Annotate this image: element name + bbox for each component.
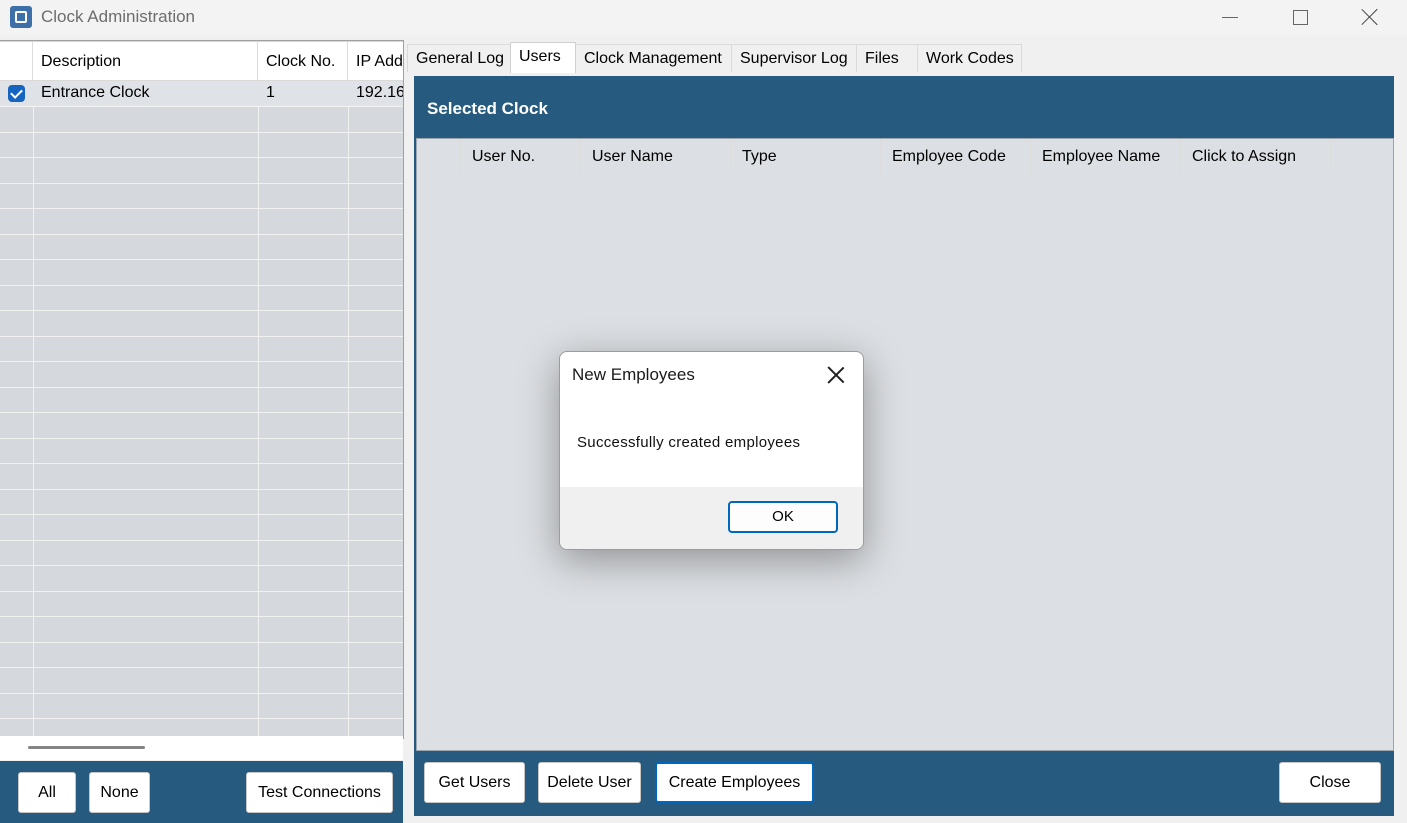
- new-employees-dialog: New Employees Successfully created emplo…: [559, 351, 864, 550]
- tab-files[interactable]: Files: [856, 44, 918, 72]
- minimize-icon: [1222, 16, 1238, 18]
- grid-row-line: [0, 336, 403, 337]
- grid-column-line: [33, 81, 34, 738]
- header-select-column: [0, 42, 33, 80]
- window-close-button[interactable]: [1340, 0, 1400, 34]
- column-header-user-no[interactable]: User No.: [461, 139, 581, 174]
- grid-row-line: [0, 591, 403, 592]
- get-users-button[interactable]: Get Users: [424, 762, 525, 803]
- grid-row-line: [0, 514, 403, 515]
- horizontal-scrollbar[interactable]: [0, 736, 403, 760]
- column-header-clock-no[interactable]: Clock No.: [258, 42, 348, 80]
- grid-row-line: [0, 489, 403, 490]
- cell-ip-address: 192.16: [356, 84, 403, 101]
- checkbox-checked-icon[interactable]: [8, 85, 25, 102]
- grid-row-line: [0, 106, 403, 107]
- grid-row-line: [0, 234, 403, 235]
- select-all-button[interactable]: All: [18, 772, 76, 813]
- grid-row-line: [0, 642, 403, 643]
- table-row[interactable]: Entrance Clock 1 192.16: [0, 81, 403, 106]
- cell-description: Entrance Clock: [41, 84, 150, 101]
- column-header-click-to-assign[interactable]: Click to Assign: [1181, 139, 1331, 174]
- grid-row-line: [0, 540, 403, 541]
- column-header-type[interactable]: Type: [731, 139, 881, 174]
- minimize-button[interactable]: [1200, 0, 1260, 34]
- grid-column-line: [348, 81, 349, 738]
- grid-row-line: [0, 438, 403, 439]
- delete-user-button[interactable]: Delete User: [538, 762, 641, 803]
- dialog-message: Successfully created employees: [577, 434, 801, 451]
- grid-row-line: [0, 667, 403, 668]
- dialog-title: New Employees: [572, 365, 695, 384]
- dialog-body: Successfully created employees: [560, 397, 863, 487]
- grid-row-line: [0, 412, 403, 413]
- grid-row-line: [0, 616, 403, 617]
- grid-row-line: [0, 310, 403, 311]
- grid-column-line: [258, 81, 259, 738]
- grid-row-line: [0, 463, 403, 464]
- grid-row-line: [0, 208, 403, 209]
- create-employees-button[interactable]: Create Employees: [655, 762, 814, 803]
- window-title: Clock Administration: [41, 7, 196, 26]
- cell-clock-no: 1: [266, 84, 275, 101]
- close-icon: [1361, 8, 1379, 26]
- row-select-cell[interactable]: [0, 81, 33, 106]
- clock-list-grid[interactable]: Description Clock No. IP Add Entrance Cl…: [0, 40, 404, 739]
- column-header-employee-name[interactable]: Employee Name: [1031, 139, 1181, 174]
- grid-row-line: [0, 693, 403, 694]
- clock-list-header: Description Clock No. IP Add: [0, 42, 403, 81]
- grid-row-line: [0, 718, 403, 719]
- header-row-selector: [417, 139, 461, 174]
- dialog-footer: OK: [560, 487, 863, 549]
- grid-row-line: [0, 157, 403, 158]
- grid-row-line: [0, 183, 403, 184]
- tab-users[interactable]: Users: [510, 42, 576, 73]
- maximize-icon: [1292, 9, 1308, 25]
- select-none-button[interactable]: None: [89, 772, 150, 813]
- test-connections-button[interactable]: Test Connections: [246, 772, 393, 813]
- left-button-bar: All None Test Connections: [0, 761, 403, 823]
- panel-title: Selected Clock: [427, 99, 548, 118]
- right-button-bar: Get Users Delete User Create Employees C…: [414, 751, 1394, 816]
- close-button[interactable]: Close: [1279, 762, 1381, 803]
- column-header-description[interactable]: Description: [33, 42, 258, 80]
- app-logo-icon: [10, 6, 32, 28]
- dialog-close-icon[interactable]: [826, 365, 846, 385]
- ok-button[interactable]: OK: [728, 501, 838, 533]
- tab-work-codes[interactable]: Work Codes: [917, 44, 1022, 72]
- tab-clock-management[interactable]: Clock Management: [575, 44, 732, 72]
- grid-row-line: [0, 132, 403, 133]
- column-header-user-name[interactable]: User Name: [581, 139, 731, 174]
- grid-row-line: [0, 387, 403, 388]
- title-bar: Clock Administration: [0, 0, 1407, 35]
- column-header-ip-address[interactable]: IP Add: [348, 42, 403, 80]
- column-header-employee-code[interactable]: Employee Code: [881, 139, 1031, 174]
- grid-row-line: [0, 361, 403, 362]
- grid-row-line: [0, 285, 403, 286]
- grid-row-line: [0, 259, 403, 260]
- tab-general-log[interactable]: General Log: [407, 44, 511, 72]
- tab-supervisor-log[interactable]: Supervisor Log: [731, 44, 857, 72]
- maximize-button[interactable]: [1270, 0, 1330, 34]
- scrollbar-thumb[interactable]: [28, 746, 145, 749]
- grid-row-line: [0, 565, 403, 566]
